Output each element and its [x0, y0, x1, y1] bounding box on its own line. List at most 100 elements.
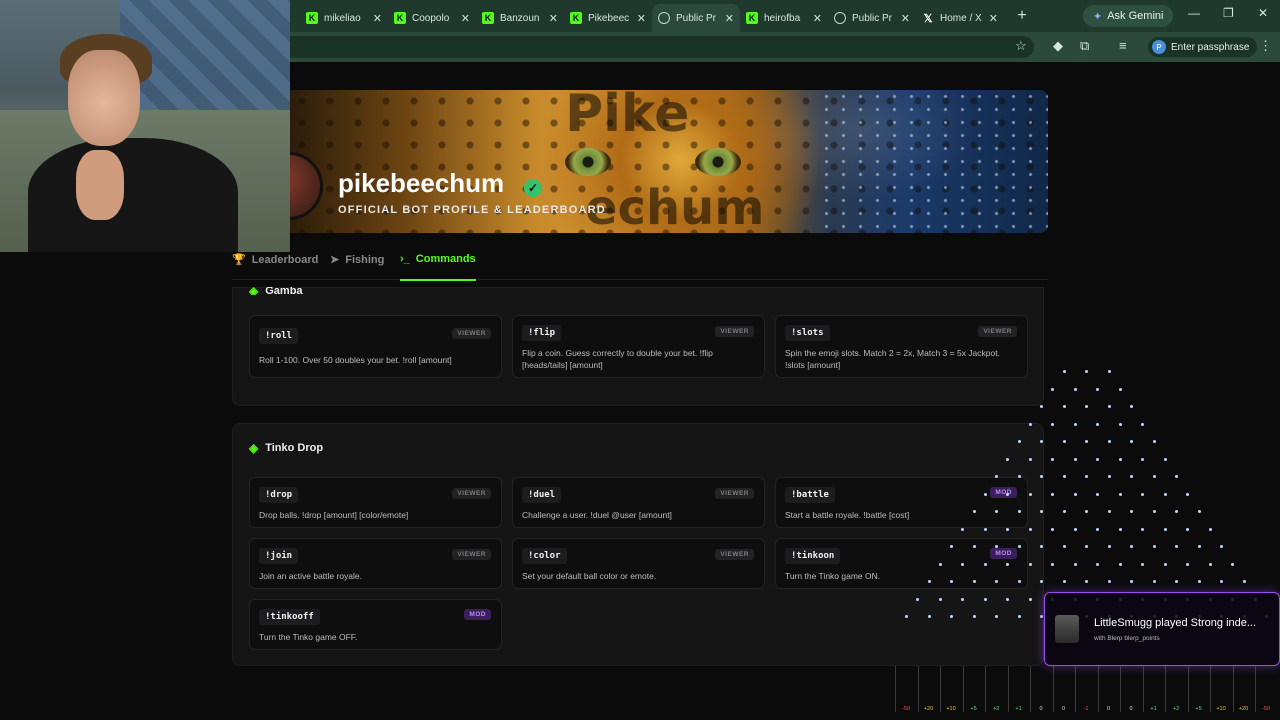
plinko-peg — [1130, 405, 1133, 408]
plinko-peg — [1062, 405, 1066, 408]
window-close-icon[interactable]: ✕ — [1258, 6, 1268, 20]
command-description: Turn the Tinko game OFF. — [259, 632, 358, 642]
minimize-icon[interactable]: — — [1188, 6, 1200, 20]
plinko-peg — [1017, 615, 1021, 618]
role-badge: VIEWER — [715, 549, 754, 560]
extension-icon[interactable]: ◆ — [1053, 38, 1063, 54]
tab-label: Public Pr — [676, 12, 717, 24]
plinko-peg — [1040, 475, 1043, 478]
close-icon[interactable]: ✕ — [373, 12, 382, 25]
plinko-peg — [1175, 475, 1178, 478]
plinko-slot-value: +2 — [1172, 706, 1180, 712]
passphrase-button[interactable]: P Enter passphrase — [1148, 37, 1258, 57]
profile-subtitle: OFFICIAL BOT PROFILE & LEADERBOARD — [338, 204, 606, 216]
plinko-peg — [1040, 440, 1043, 443]
plinko-peg — [1107, 405, 1111, 408]
plinko-peg — [1118, 422, 1122, 426]
browser-tab[interactable]: Public Pr ✕ — [828, 5, 916, 31]
browser-tab[interactable]: K Coopolo ✕ — [388, 5, 476, 31]
command-name: !roll — [259, 328, 299, 344]
close-icon[interactable]: ✕ — [989, 12, 998, 25]
plinko-peg — [1040, 580, 1043, 583]
command-description: Flip a coin. Guess correctly to double y… — [522, 348, 713, 370]
command-name: !tinkoon — [785, 548, 841, 564]
plinko-peg — [1163, 457, 1167, 461]
close-icon[interactable]: ✕ — [549, 12, 558, 25]
plinko-peg — [1220, 545, 1223, 548]
tab-commands[interactable]: ›_ Commands — [400, 253, 476, 281]
plinko-peg — [1006, 597, 1010, 601]
command-description: Roll 1-100. Over 50 doubles your bet. !r… — [259, 355, 452, 365]
plinko-peg — [1096, 562, 1100, 566]
close-icon[interactable]: ✕ — [637, 12, 646, 25]
close-icon[interactable]: ✕ — [461, 12, 470, 25]
tab-label: Pikebeec — [588, 12, 630, 24]
url-field[interactable]: n — [244, 36, 1034, 58]
plinko-peg — [1017, 440, 1021, 443]
media-control-icon[interactable]: ≡ — [1119, 38, 1127, 53]
plinko-peg — [1118, 457, 1122, 461]
trophy-icon: 🏆 — [232, 254, 246, 266]
menu-kebab-icon[interactable]: ⋮ — [1259, 38, 1272, 54]
command-description: Challenge a user. !duel @user [amount] — [522, 510, 672, 520]
ask-gemini-button[interactable]: ✦ Ask Gemini — [1083, 5, 1174, 27]
plinko-peg — [1085, 405, 1088, 408]
plinko-peg — [1163, 527, 1167, 531]
profile-avatar-icon: P — [1152, 40, 1166, 54]
browser-tab[interactable]: K Pikebeec ✕ — [564, 5, 652, 31]
plinko-peg — [1051, 387, 1055, 391]
plinko-peg — [1175, 510, 1178, 513]
plinko-peg — [995, 615, 998, 618]
plinko-peg — [1107, 545, 1111, 548]
close-icon[interactable]: ✕ — [725, 12, 734, 25]
maximize-icon[interactable]: ❐ — [1223, 6, 1234, 20]
role-badge: VIEWER — [715, 488, 754, 499]
plinko-peg — [1152, 545, 1156, 548]
new-tab-button[interactable]: + — [1010, 7, 1034, 25]
plinko-peg — [1051, 562, 1055, 566]
profile-tabs: 🏆 Leaderboard ➤ Fishing ›_ Commands — [232, 248, 1048, 281]
plinko-peg — [1028, 597, 1032, 601]
terminal-icon: ›_ — [400, 253, 410, 265]
tab-leaderboard[interactable]: 🏆 Leaderboard — [232, 253, 318, 267]
stream-alert: LittleSmugg played Strong inde... with B… — [1044, 592, 1280, 666]
plinko-slot-value: +1 — [1150, 706, 1157, 712]
command-name: !flip — [522, 325, 562, 341]
browser-tab[interactable]: K mikeliao ✕ — [300, 5, 388, 31]
close-icon[interactable]: ✕ — [901, 12, 910, 25]
plinko-peg — [1051, 492, 1055, 496]
plinko-peg — [1107, 475, 1111, 478]
role-badge: VIEWER — [452, 488, 491, 499]
layers-icon: ◈ — [249, 441, 259, 455]
tab-fishing[interactable]: ➤ Fishing — [330, 253, 384, 267]
plinko-peg — [1208, 562, 1212, 566]
plinko-board-overlay: -50 +20 +10 +5 +2 +1 0 0 -1 0 0 +1 +2 +5 +10 +20 -50 — [890, 360, 1280, 720]
browser-tab-active[interactable]: Public Pr ✕ — [652, 4, 740, 32]
plinko-peg — [1073, 562, 1077, 566]
plinko-peg — [995, 510, 998, 513]
tab-label: Home / X — [940, 12, 982, 24]
banner-watermark: Pike — [565, 90, 690, 144]
plinko-peg — [1096, 527, 1100, 531]
close-icon[interactable]: ✕ — [813, 12, 822, 25]
plinko-peg — [1028, 457, 1032, 461]
section-title: ◈ Gamba — [249, 287, 303, 295]
command-card: !color VIEWER Set your default ball colo… — [512, 538, 765, 589]
layers-icon: ◈ — [249, 287, 259, 295]
plinko-peg — [1085, 545, 1088, 548]
plinko-peg — [1062, 580, 1066, 583]
browser-tab[interactable]: K Banzoun ✕ — [476, 5, 564, 31]
plinko-peg — [1017, 545, 1021, 548]
plinko-peg — [1028, 562, 1032, 566]
plinko-peg — [995, 580, 998, 583]
plinko-peg — [1085, 370, 1088, 373]
role-badge: VIEWER — [452, 549, 491, 560]
browser-tab[interactable]: 𝕏 Home / X ✕ — [916, 5, 1004, 31]
command-card: !duel VIEWER Challenge a user. !duel @us… — [512, 477, 765, 528]
plinko-peg — [1197, 545, 1201, 548]
plinko-peg — [950, 545, 953, 548]
puzzle-icon[interactable]: ⧉ — [1080, 38, 1089, 54]
plinko-peg — [1096, 457, 1100, 461]
browser-tab[interactable]: K heirofba ✕ — [740, 5, 828, 31]
bookmark-star-icon[interactable]: ☆ — [1015, 38, 1027, 54]
